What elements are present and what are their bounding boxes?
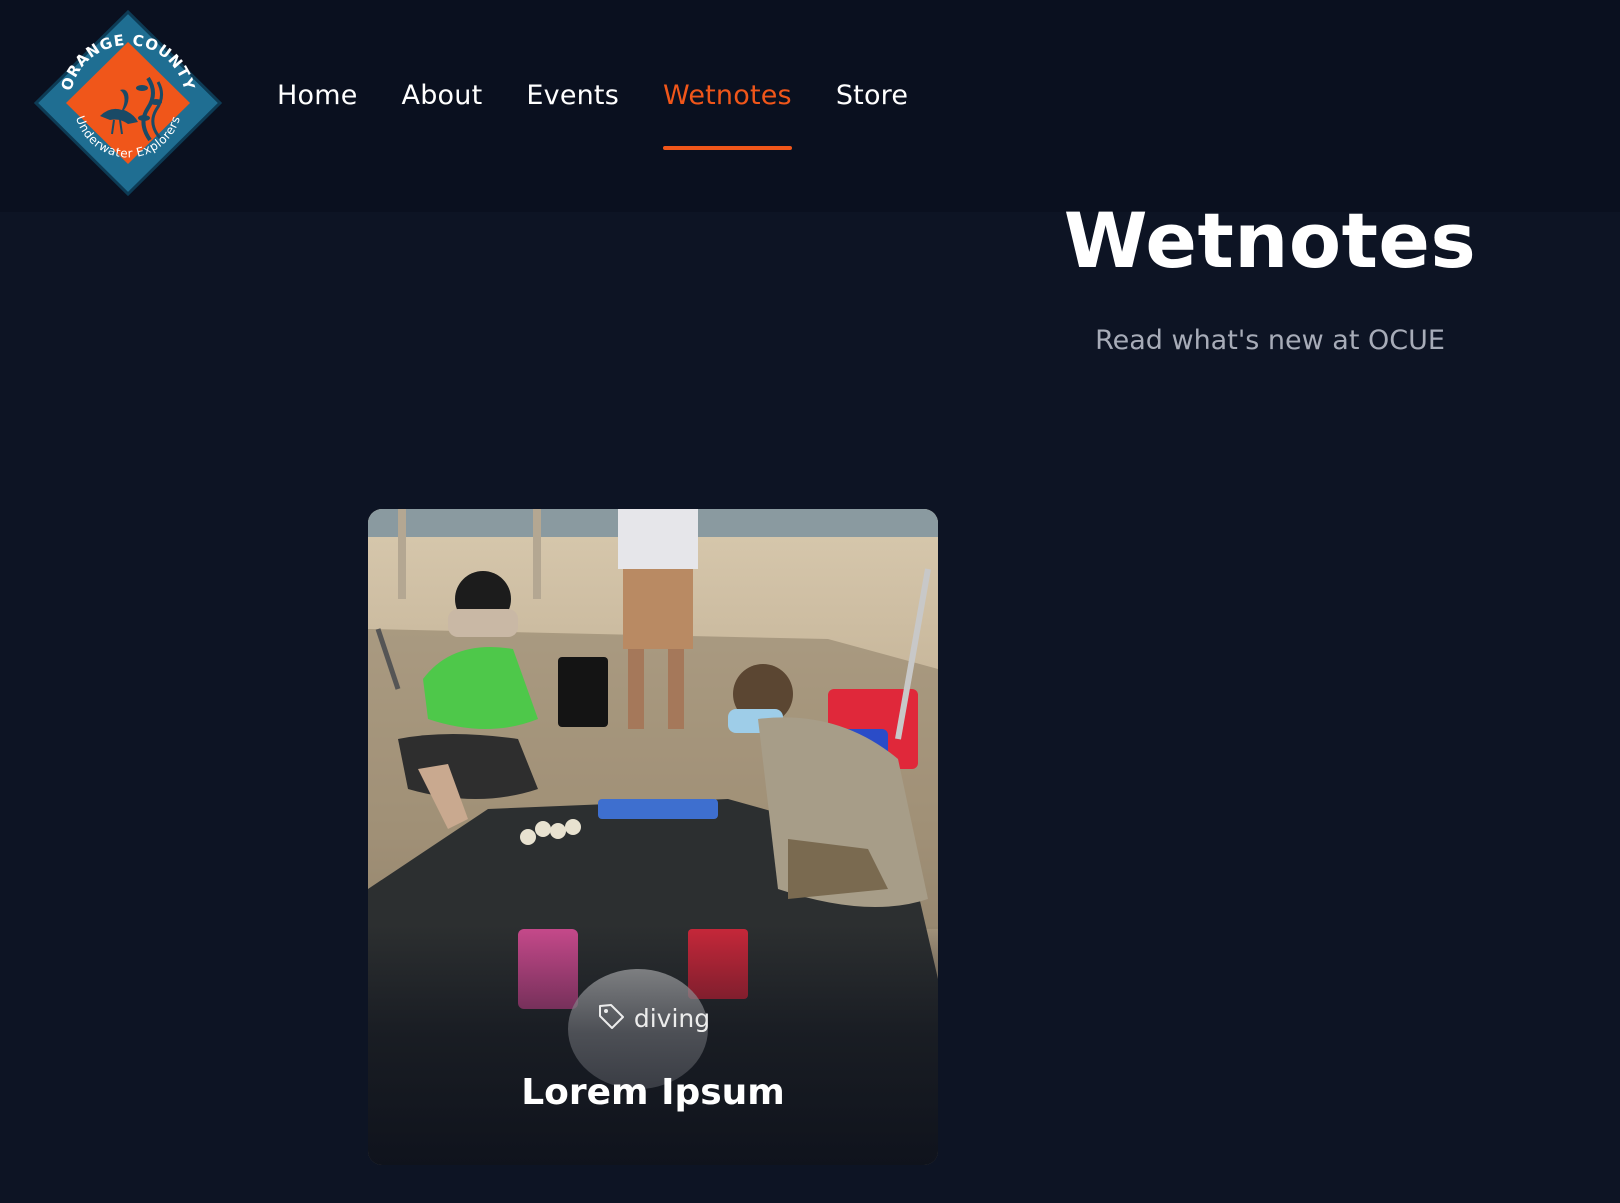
post-tag-label: diving xyxy=(633,1004,711,1033)
post-tag[interactable]: diving xyxy=(368,1001,938,1037)
main-nav: Home About Events Wetnotes Store xyxy=(277,80,952,150)
nav-home[interactable]: Home xyxy=(277,80,358,111)
nav-about[interactable]: About xyxy=(402,80,483,111)
nav-store[interactable]: Store xyxy=(836,80,908,111)
page-title: Wetnotes xyxy=(1063,196,1477,285)
post-title[interactable]: Lorem Ipsum xyxy=(368,1072,938,1113)
site-header: ORANGE COUNTY Underwater Explorers Home … xyxy=(0,0,1620,212)
nav-events[interactable]: Events xyxy=(526,80,619,111)
post-card[interactable]: diving Lorem Ipsum xyxy=(368,509,938,1165)
site-logo[interactable]: ORANGE COUNTY Underwater Explorers xyxy=(30,8,226,198)
tag-icon xyxy=(596,1001,626,1037)
card-overlay xyxy=(368,925,938,1165)
ocue-logo-icon: ORANGE COUNTY Underwater Explorers xyxy=(33,9,223,197)
nav-wetnotes[interactable]: Wetnotes xyxy=(663,80,792,150)
page-subtitle: Read what's new at OCUE xyxy=(1095,325,1445,356)
